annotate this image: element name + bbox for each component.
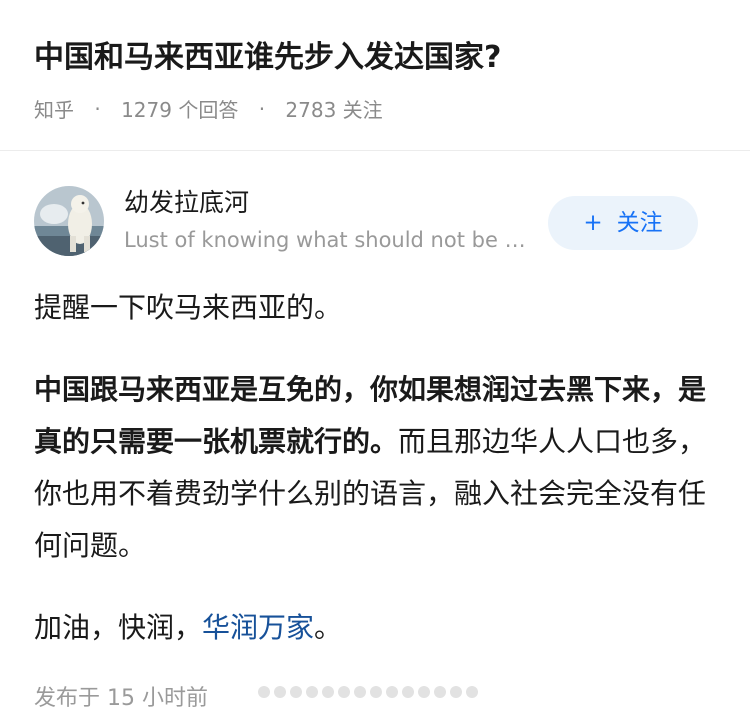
blurred-content [258,680,478,704]
question-meta: 知乎 · 1279 个回答 · 2783 关注 [34,94,383,123]
author-name[interactable]: 幼发拉底河 [124,186,249,220]
follower-count: 2783 关注 [285,98,383,122]
answer-paragraph: 提醒一下吹马来西亚的。 [34,291,343,324]
follow-button[interactable]: + 关注 [548,196,698,250]
separator-dot: · [94,96,101,121]
question-title: 中国和马来西亚谁先步入发达国家? [34,40,502,75]
answer-text: 加油，快润， [34,611,203,644]
answer-body: 提醒一下吹马来西亚的。 中国跟马来西亚是互免的，你如果想润过去黑下来，是真的只需… [34,282,720,654]
divider [0,150,750,151]
search-link[interactable]: 华润万家 [202,611,314,644]
source-label[interactable]: 知乎 [34,98,74,122]
answer-paragraph: 中国跟马来西亚是互免的，你如果想润过去黑下来，是真的只需要一张机票就行的。而且那… [34,364,720,572]
separator-dot: · [258,96,266,121]
polar-bear-avatar-icon [34,186,104,256]
plus-icon: + [583,210,603,236]
answer-count[interactable]: 1279 个回答 [121,98,238,122]
author-bio: Lust of knowing what should not be known [124,228,534,252]
avatar[interactable] [34,186,104,256]
publish-time: 发布于 15 小时前 [34,686,208,711]
answer-paragraph: 加油，快润，华润万家。 [34,602,720,654]
answer-text: 。 [314,611,343,644]
follow-label: 关注 [616,210,663,236]
